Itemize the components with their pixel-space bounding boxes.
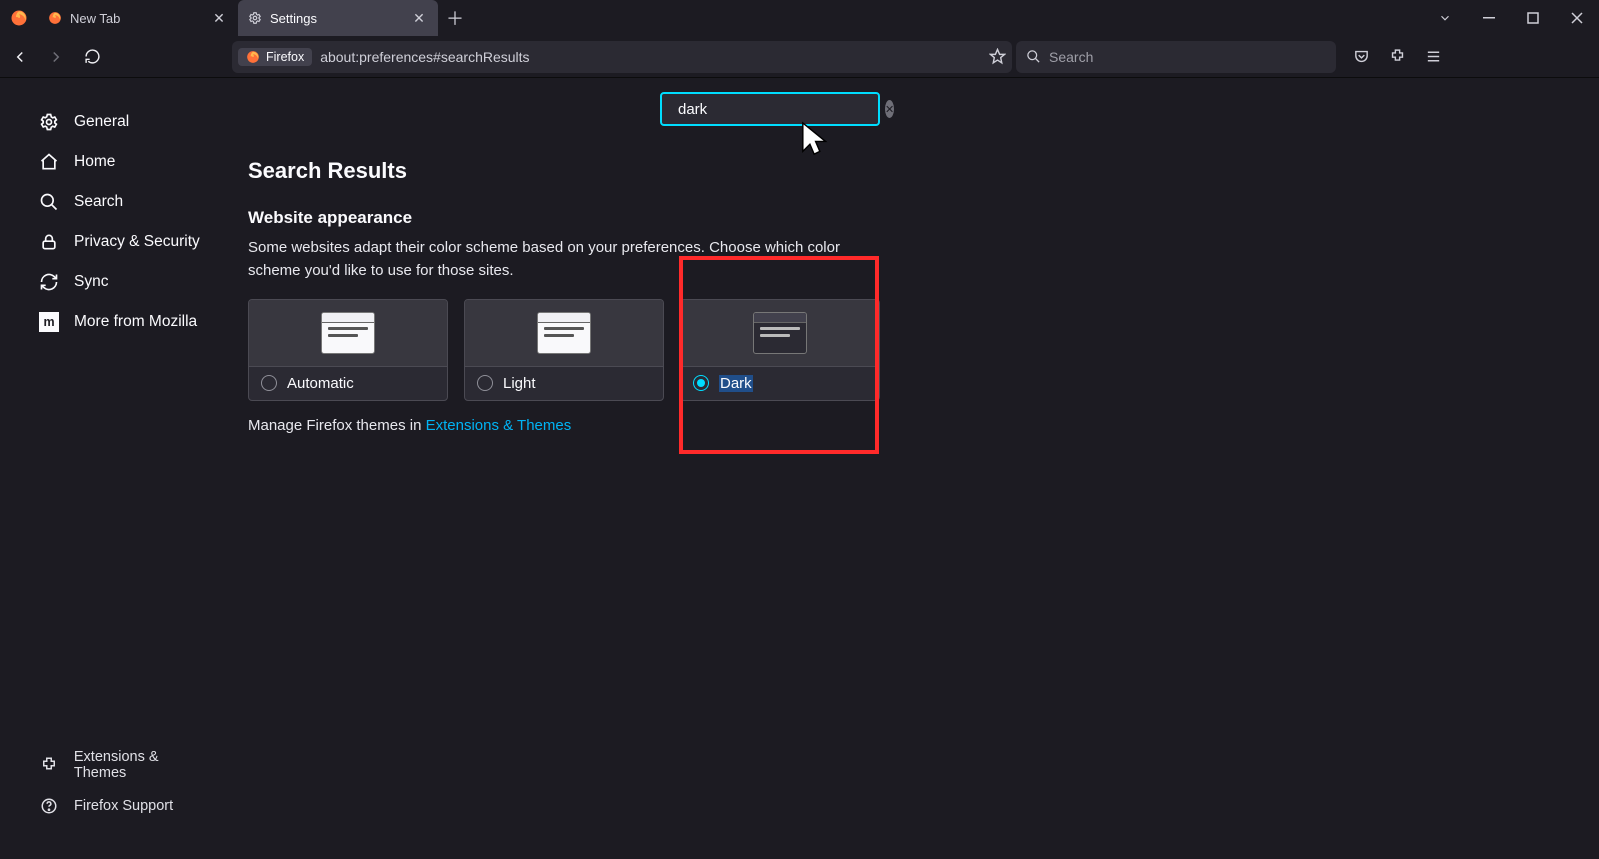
appearance-option-dark[interactable]: Dark	[680, 299, 880, 401]
forward-button[interactable]	[40, 41, 72, 73]
help-icon	[38, 797, 60, 815]
settings-search-input[interactable]	[678, 101, 877, 118]
firefox-icon	[246, 50, 260, 64]
sidebar-link-extensions[interactable]: Extensions & Themes	[0, 741, 230, 789]
option-label: Dark	[719, 375, 753, 392]
sidebar-item-label: Search	[74, 193, 123, 211]
url-text: about:preferences#searchResults	[320, 49, 981, 65]
preferences-content: ✕ Search Results Website appearance Some…	[230, 78, 1599, 859]
appearance-option-light[interactable]: Light	[464, 299, 664, 401]
sidebar-item-label: Privacy & Security	[74, 233, 200, 251]
reload-button[interactable]	[76, 41, 108, 73]
navbar: Firefox about:preferences#searchResults …	[0, 36, 1599, 78]
section-title: Website appearance	[248, 208, 1559, 228]
lock-icon	[38, 232, 60, 252]
sidebar-item-general[interactable]: General	[0, 102, 230, 142]
clear-search-icon[interactable]: ✕	[885, 100, 894, 118]
search-icon	[38, 192, 60, 212]
radio-icon[interactable]	[477, 375, 493, 391]
page-title: Search Results	[248, 158, 1559, 184]
radio-icon[interactable]	[693, 375, 709, 391]
option-label: Light	[503, 375, 536, 392]
home-icon	[38, 152, 60, 172]
search-bar[interactable]: Search	[1016, 41, 1336, 73]
appearance-options: Automatic Light Dark	[248, 299, 1559, 401]
url-bar[interactable]: Firefox about:preferences#searchResults	[232, 41, 1012, 73]
sync-icon	[38, 272, 60, 292]
app-menu-icon[interactable]	[1416, 41, 1450, 73]
close-icon[interactable]: ✕	[210, 9, 228, 27]
window-controls	[1423, 0, 1599, 36]
sidebar-item-label: More from Mozilla	[74, 313, 197, 331]
extensions-themes-link[interactable]: Extensions & Themes	[426, 417, 572, 434]
extensions-icon[interactable]	[1380, 41, 1414, 73]
firefox-icon	[48, 11, 62, 25]
mozilla-icon: m	[38, 312, 60, 332]
bookmark-star-icon[interactable]	[989, 48, 1006, 65]
settings-search-box[interactable]: ✕	[660, 92, 880, 126]
sidebar-item-label: Extensions & Themes	[74, 749, 214, 781]
gear-icon	[38, 112, 60, 132]
appearance-option-automatic[interactable]: Automatic	[248, 299, 448, 401]
theme-preview	[249, 300, 447, 366]
back-button[interactable]	[4, 41, 36, 73]
theme-preview	[465, 300, 663, 366]
sidebar-item-label: Sync	[74, 273, 108, 291]
sidebar-item-sync[interactable]: Sync	[0, 262, 230, 302]
close-window-button[interactable]	[1555, 0, 1599, 36]
sidebar-item-search[interactable]: Search	[0, 182, 230, 222]
tab-settings[interactable]: Settings ✕	[238, 0, 438, 36]
minimize-button[interactable]	[1467, 0, 1511, 36]
titlebar: New Tab ✕ Settings ✕ ＋	[0, 0, 1599, 36]
manage-themes-line: Manage Firefox themes in Extensions & Th…	[248, 417, 1559, 434]
preferences-sidebar: General Home Search Privacy & Security	[0, 78, 230, 859]
sidebar-item-label: Home	[74, 153, 115, 171]
sidebar-item-privacy[interactable]: Privacy & Security	[0, 222, 230, 262]
sidebar-item-more-mozilla[interactable]: m More from Mozilla	[0, 302, 230, 342]
section-description: Some websites adapt their color scheme b…	[248, 236, 858, 283]
search-icon	[1026, 49, 1041, 64]
radio-icon[interactable]	[261, 375, 277, 391]
identity-label: Firefox	[266, 50, 304, 64]
sidebar-item-home[interactable]: Home	[0, 142, 230, 182]
tabs-dropdown-icon[interactable]	[1423, 0, 1467, 36]
sidebar-link-support[interactable]: Firefox Support	[0, 789, 230, 823]
save-to-pocket-icon[interactable]	[1344, 41, 1378, 73]
svg-text:m: m	[43, 315, 54, 329]
search-placeholder: Search	[1049, 49, 1093, 65]
maximize-button[interactable]	[1511, 0, 1555, 36]
puzzle-icon	[38, 756, 60, 774]
option-label: Automatic	[287, 375, 354, 392]
identity-box[interactable]: Firefox	[238, 48, 312, 66]
gear-icon	[248, 11, 262, 25]
manage-themes-prefix: Manage Firefox themes in	[248, 417, 426, 434]
tab-title: Settings	[270, 11, 402, 26]
tab-title: New Tab	[70, 11, 202, 26]
tab-new-tab[interactable]: New Tab ✕	[38, 0, 238, 36]
sidebar-item-label: General	[74, 113, 129, 131]
new-tab-button[interactable]: ＋	[438, 0, 472, 36]
close-icon[interactable]: ✕	[410, 9, 428, 27]
theme-preview	[681, 300, 879, 366]
mouse-cursor-icon	[800, 120, 834, 160]
preferences-page: General Home Search Privacy & Security	[0, 78, 1599, 859]
firefox-app-icon	[0, 0, 38, 36]
sidebar-item-label: Firefox Support	[74, 798, 173, 814]
